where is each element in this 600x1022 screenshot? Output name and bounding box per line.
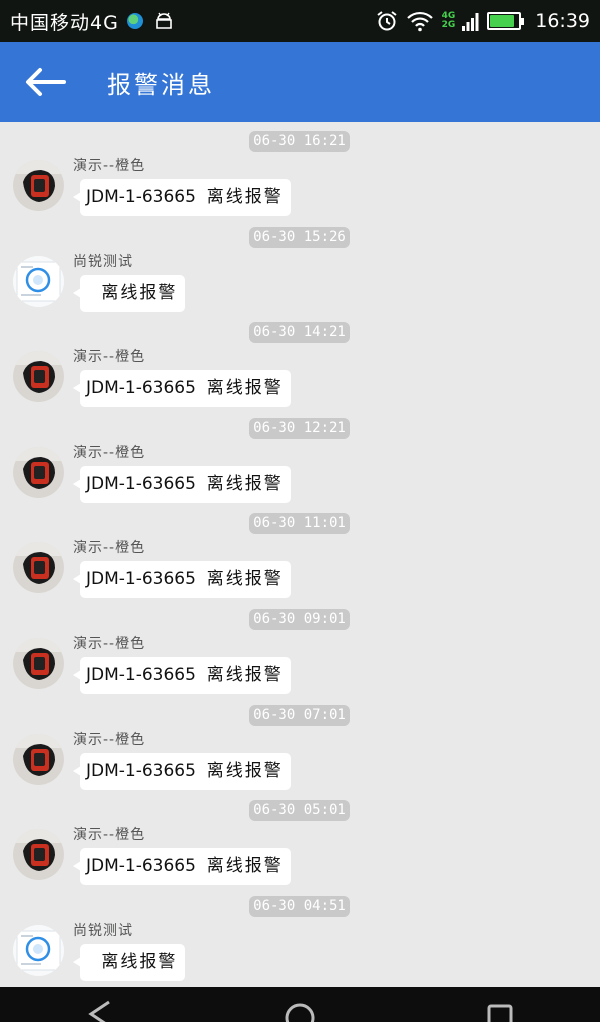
- message-timestamp: 06-30 15:26: [249, 226, 350, 248]
- alert-text: 离线报警: [206, 664, 283, 685]
- android-icon: [156, 12, 172, 29]
- device-id: JDM-1-63665: [86, 187, 196, 207]
- device-id: JDM-1-63665: [86, 664, 196, 685]
- sender-name: 演示--橙色: [73, 540, 146, 557]
- app-bar: 报警消息: [0, 42, 600, 122]
- back-button[interactable]: [0, 42, 90, 122]
- home-circle-icon: [285, 1003, 315, 1022]
- signal-icon: [462, 13, 479, 31]
- sender-name: 尚锐测试: [73, 922, 133, 939]
- message-bubble[interactable]: JDM-1-63665 离线报警: [73, 561, 291, 599]
- watch-avatar-icon: [13, 637, 64, 689]
- recents-square-icon: [487, 1004, 513, 1022]
- avatar[interactable]: [13, 446, 64, 498]
- app-avatar-icon: [13, 924, 64, 976]
- message-bubble[interactable]: JDM-1-63665 离线报警: [73, 752, 291, 790]
- alarm-message-list[interactable]: 06-30 16:21 演示--橙色 JDM-1-63665 离线报警 06-3…: [0, 122, 600, 987]
- message-bubble[interactable]: JDM-1-63665 离线报警: [73, 656, 291, 694]
- globe-icon: [126, 13, 143, 29]
- avatar[interactable]: [13, 924, 64, 976]
- message-bubble[interactable]: JDM-1-63665 离线报警: [73, 848, 291, 886]
- device-id: JDM-1-63665: [86, 378, 196, 399]
- avatar[interactable]: [13, 733, 64, 785]
- alert-text: 离线报警: [206, 856, 283, 877]
- carrier-label: 中国移动4G: [10, 11, 119, 34]
- alert-text: 离线报警: [206, 473, 283, 494]
- back-triangle-icon: [88, 1000, 110, 1022]
- net-bottom-label: 2G: [441, 20, 456, 30]
- app-avatar-icon: [13, 255, 64, 307]
- status-bar: 中国移动4G 4G 2G 16:39: [0, 0, 600, 42]
- sender-name: 尚锐测试: [73, 253, 133, 270]
- alert-text: 离线报警: [101, 951, 178, 972]
- message-timestamp: 06-30 12:21: [249, 417, 350, 439]
- message-bubble[interactable]: 离线报警: [72, 274, 186, 312]
- nav-home-button[interactable]: [280, 994, 320, 1022]
- nav-back-button[interactable]: [80, 994, 120, 1022]
- nav-recents-button[interactable]: [480, 994, 520, 1022]
- message-bubble[interactable]: JDM-1-63665 离线报警: [73, 179, 291, 216]
- watch-avatar-icon: [13, 733, 64, 785]
- avatar[interactable]: [13, 160, 64, 211]
- list-item[interactable]: 06-30 05:01 演示--橙色 JDM-1-63665 离线报警: [0, 791, 600, 887]
- message-timestamp: 06-30 04:51: [249, 895, 350, 917]
- device-id: JDM-1-63665: [86, 856, 196, 877]
- message-timestamp: 06-30 14:21: [249, 322, 350, 344]
- page-title: 报警消息: [107, 70, 215, 99]
- avatar[interactable]: [13, 351, 64, 403]
- watch-avatar-icon: [13, 160, 64, 211]
- avatar[interactable]: [13, 255, 64, 307]
- alert-text: 离线报警: [206, 569, 283, 590]
- battery-charging-icon: [487, 12, 525, 30]
- message-bubble[interactable]: JDM-1-63665 离线报警: [73, 370, 291, 408]
- list-item[interactable]: 06-30 15:26 尚锐测试 离线报警: [0, 218, 600, 314]
- list-item[interactable]: 06-30 12:21 演示--橙色 JDM-1-63665 离线报警: [0, 409, 600, 505]
- list-item[interactable]: 06-30 14:21 演示--橙色 JDM-1-63665 离线报警: [0, 313, 600, 409]
- sender-name: 演示--橙色: [73, 731, 146, 748]
- alarm-icon: [376, 11, 397, 31]
- list-item[interactable]: 06-30 11:01 演示--橙色 JDM-1-63665 离线报警: [0, 504, 600, 600]
- list-item[interactable]: 06-30 07:01 演示--橙色 JDM-1-63665 离线报警: [0, 696, 600, 792]
- alert-text: 离线报警: [206, 378, 283, 399]
- clock: 16:39: [535, 10, 590, 32]
- watch-avatar-icon: [13, 829, 64, 881]
- avatar[interactable]: [13, 542, 64, 594]
- device-id: JDM-1-63665: [86, 569, 196, 590]
- message-timestamp: 06-30 16:21: [249, 131, 350, 152]
- device-id: JDM-1-63665: [86, 760, 196, 781]
- sender-name: 演示--橙色: [73, 158, 146, 174]
- list-item[interactable]: 06-30 04:51 尚锐测试 离线报警: [0, 887, 600, 983]
- avatar[interactable]: [13, 829, 64, 881]
- sender-name: 演示--橙色: [73, 635, 146, 652]
- watch-avatar-icon: [13, 446, 64, 498]
- wifi-icon: [406, 11, 433, 32]
- list-item[interactable]: 06-30 09:01 演示--橙色 JDM-1-63665 离线报警: [0, 600, 600, 696]
- watch-avatar-icon: [13, 351, 64, 403]
- list-item[interactable]: 06-30 16:21 演示--橙色 JDM-1-63665 离线报警: [0, 122, 600, 218]
- message-timestamp: 06-30 05:01: [249, 800, 350, 822]
- message-bubble[interactable]: 离线报警: [72, 943, 186, 981]
- network-type-indicator: 4G 2G: [442, 12, 456, 30]
- message-timestamp: 06-30 11:01: [249, 513, 350, 535]
- system-nav-bar: [0, 987, 600, 1022]
- sender-name: 演示--橙色: [73, 349, 146, 366]
- sender-name: 演示--橙色: [73, 827, 146, 844]
- message-timestamp: 06-30 09:01: [249, 608, 350, 630]
- alert-text: 离线报警: [206, 187, 283, 207]
- sender-name: 演示--橙色: [73, 444, 146, 461]
- message-timestamp: 06-30 07:01: [249, 704, 350, 726]
- alert-text: 离线报警: [101, 282, 178, 303]
- device-id: JDM-1-63665: [86, 473, 196, 494]
- arrow-left-icon: [26, 68, 66, 96]
- alert-text: 离线报警: [206, 760, 283, 781]
- message-bubble[interactable]: JDM-1-63665 离线报警: [73, 465, 291, 503]
- avatar[interactable]: [13, 637, 64, 689]
- watch-avatar-icon: [13, 542, 64, 594]
